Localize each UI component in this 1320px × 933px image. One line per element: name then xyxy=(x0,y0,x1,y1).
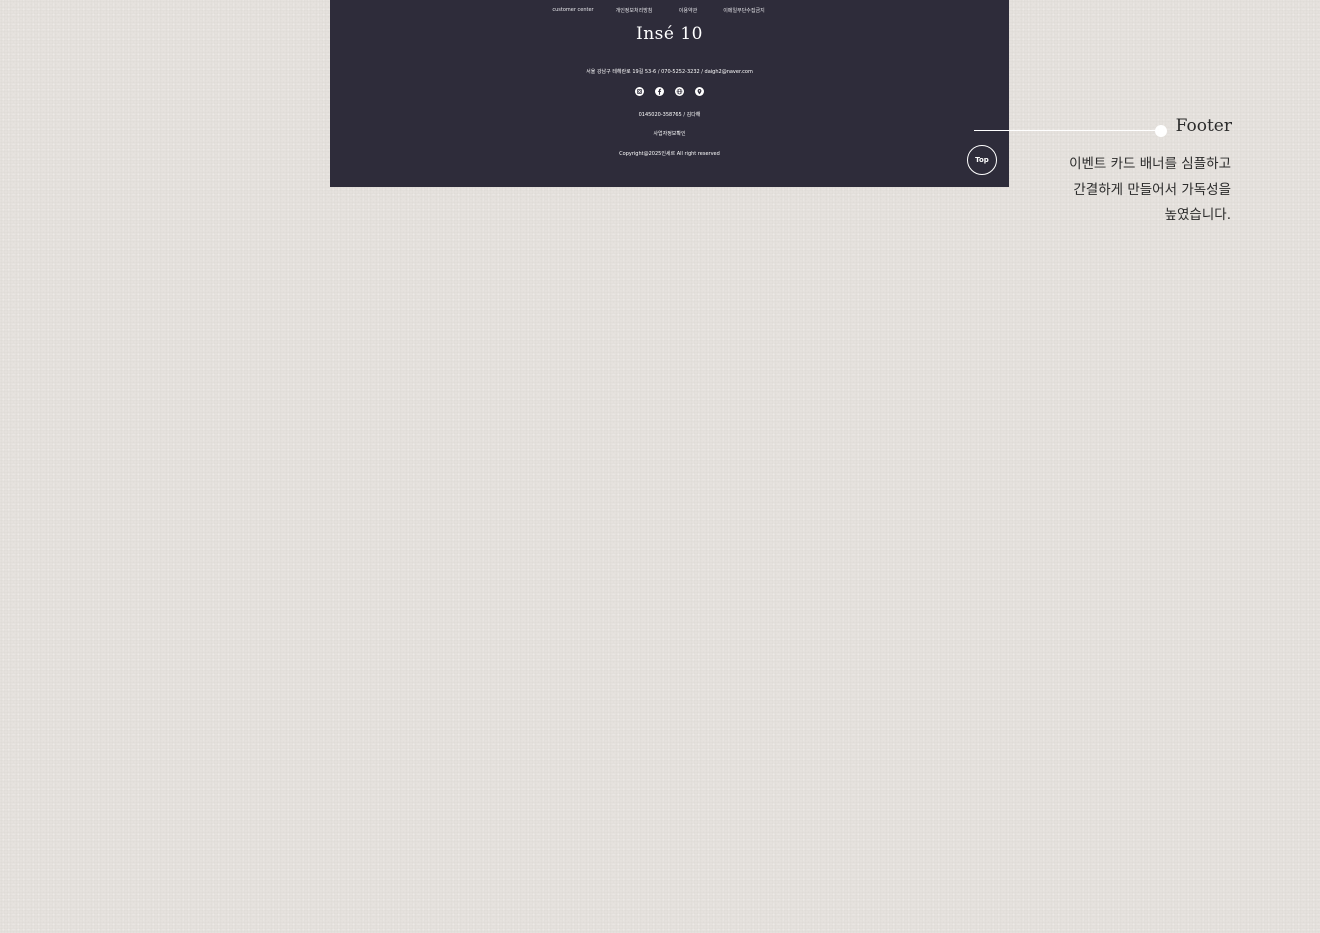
globe-icon[interactable] xyxy=(675,87,684,96)
annotation-title: Footer xyxy=(1175,116,1232,136)
footer-logo[interactable]: Insé 10 xyxy=(330,24,1009,44)
annotation-description-line: 높였습니다. xyxy=(1164,207,1231,223)
facebook-icon[interactable] xyxy=(655,87,664,96)
annotation-line xyxy=(974,130,1156,131)
footer-address: 서울 강남구 테헤란로 19길 53-6 / 070-5252-3232 / d… xyxy=(586,69,753,75)
footer-panel: customer center 개인정보처리방침 이용약관 이메일무단수집금지 … xyxy=(330,0,1009,187)
footer-link-email-policy[interactable]: 이메일무단수집금지 xyxy=(723,7,764,14)
annotation-description: 이벤트 카드 배너를 심플하고 간결하게 만들어서 가독성을 높였습니다. xyxy=(991,152,1231,229)
footer-nav: customer center 개인정보처리방침 이용약관 이메일무단수집금지 xyxy=(330,0,1009,20)
annotation-description-line: 간결하게 만들어서 가독성을 xyxy=(1073,181,1231,198)
business-number: 0145020-358765 / 김다해 xyxy=(638,112,701,118)
footer-link-terms[interactable]: 이용약관 xyxy=(679,7,697,14)
footer-link-customer-center[interactable]: customer center xyxy=(552,7,593,13)
footer-link-privacy-policy[interactable]: 개인정보처리방침 xyxy=(616,7,653,14)
annotation-dot xyxy=(1155,125,1167,137)
social-links xyxy=(330,87,1009,96)
location-pin-icon[interactable] xyxy=(695,87,704,96)
annotation-description-line: 이벤트 카드 배너를 심플하고 xyxy=(1069,156,1231,172)
instagram-icon[interactable] xyxy=(635,87,644,96)
copyright-text: Copyright@2025인세르 All right reserved xyxy=(619,151,720,157)
business-info-link[interactable]: 사업자정보확인 xyxy=(330,130,1009,137)
